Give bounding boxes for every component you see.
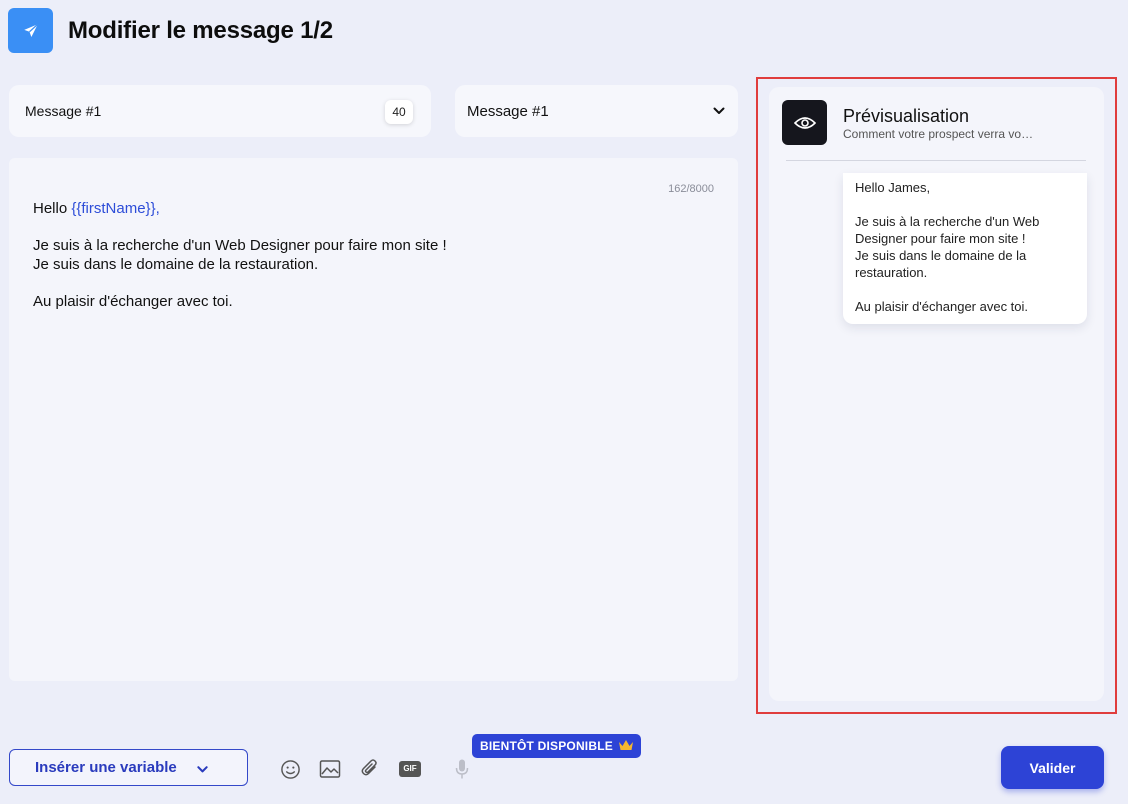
message-body[interactable]: Hello {{firstName}}, Je suis à la recher… [33,199,693,329]
body-line-2: Je suis dans le domaine de la restaurati… [33,256,319,273]
firstname-variable: {{firstName}} [71,200,156,217]
message-title-field[interactable]: Message #1 40 [9,85,431,137]
eye-icon [782,100,827,145]
preview-title: Prévisualisation [843,106,970,126]
chevron-down-icon [712,104,726,122]
message-editor[interactable]: 162/8000 Hello {{firstName}}, Je suis à … [9,158,738,681]
bubble-line: restauration. [855,265,928,280]
body-line-1: Je suis à la recherche d'un Web Designer… [33,237,447,254]
insert-variable-label: Insérer une variable [35,759,177,776]
body-paragraph: Je suis à la recherche d'un Web Designer… [33,236,693,274]
message-editor-page: Modifier le message 1/2 Message #1 40 Me… [0,0,1128,804]
bubble-greeting: Hello James, [855,180,931,195]
preview-divider [786,160,1086,161]
image-icon[interactable] [318,757,342,781]
microphone-icon [450,757,474,781]
bubble-closing: Au plaisir d'échanger avec toi. [855,299,1029,314]
bubble-paragraph: Je suis à la recherche d'un Web Designer… [855,213,1075,281]
coming-soon-badge: BIENTÔT DISPONIBLE [472,734,641,758]
message-select-value: Message #1 [467,102,549,120]
attachment-icon[interactable] [358,757,382,781]
closing-line: Au plaisir d'échanger avec toi. [33,293,233,310]
message-select[interactable]: Message #1 [455,85,738,137]
emoji-icon[interactable] [278,757,302,781]
message-char-count: 162/8000 [668,183,714,195]
bubble-line: Je suis à la recherche d'un Web [855,214,1040,229]
greeting-comma: , [155,200,160,217]
gif-icon[interactable]: GIF [398,757,422,781]
validate-button[interactable]: Valider [1001,746,1104,789]
chevron-down-icon [196,763,209,780]
crown-icon [618,739,634,755]
preview-message-bubble: Hello James, Je suis à la recherche d'un… [843,173,1087,324]
preview-subtitle: Comment votre prospect verra vo… [843,127,1034,141]
page-title: Modifier le message 1/2 [68,17,333,44]
insert-variable-button[interactable]: Insérer une variable [9,749,248,786]
bubble-line: Je suis dans le domaine de la [855,248,1027,263]
send-icon [8,8,53,53]
message-title-value: Message #1 [25,103,102,119]
coming-soon-label: BIENTÔT DISPONIBLE [480,739,613,753]
gif-label: GIF [399,761,421,777]
title-char-count-badge: 40 [385,100,413,124]
greeting-line: Hello {{firstName}}, [33,199,693,218]
greeting-text: Hello [33,200,72,217]
bubble-line: Designer pour faire mon site ! [855,231,1026,246]
